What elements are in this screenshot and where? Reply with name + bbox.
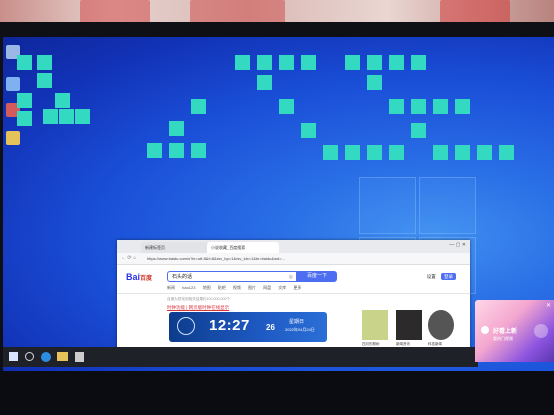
start-icon[interactable] — [9, 352, 18, 361]
tile — [389, 145, 404, 160]
desktop-screen: 新建标签页 小说收藏_百度搜索 — ▢ ✕ ← ⟳ ⌂ https://www.… — [3, 37, 554, 371]
monitor-bottom — [0, 371, 554, 415]
folder-icon[interactable] — [6, 131, 20, 145]
wall-art — [440, 0, 510, 24]
tile — [411, 123, 426, 138]
tile — [17, 111, 32, 126]
tile — [17, 55, 32, 70]
taskbar — [3, 347, 478, 367]
tile — [389, 99, 404, 114]
login-button[interactable]: 登录 — [441, 273, 456, 280]
tile — [191, 99, 206, 114]
popup-title: 好看上新 — [493, 329, 518, 335]
tab-new[interactable]: 新建标签页 — [141, 242, 209, 253]
nav-item[interactable]: hao123 — [182, 285, 195, 290]
tile — [367, 145, 382, 160]
tile — [301, 123, 316, 138]
search-button[interactable]: 百度一下 — [297, 271, 337, 282]
tile — [75, 109, 90, 124]
clock-seconds: 26 — [266, 323, 275, 332]
address-bar[interactable]: ← ⟳ ⌂ https://www.baidu.com/s?ie=utf-8&f… — [117, 253, 470, 265]
tile — [59, 109, 74, 124]
baidu-logo: Bai百度 — [126, 272, 153, 282]
tile — [345, 55, 360, 70]
tile — [411, 55, 426, 70]
tile — [257, 75, 272, 90]
tab-baidu[interactable]: 小说收藏_百度搜索 — [207, 242, 279, 253]
search-icon[interactable] — [25, 352, 34, 361]
tile — [323, 145, 338, 160]
tile — [367, 75, 382, 90]
tile — [301, 55, 316, 70]
tab-label: 新建标签页 — [145, 245, 165, 250]
clock-date: 2022年04月24日 — [285, 327, 315, 332]
clock-weekday: 星期日 — [289, 319, 305, 325]
decoration-icon — [534, 324, 548, 338]
tile — [257, 55, 272, 70]
nav-item[interactable]: 贴吧 — [218, 285, 226, 290]
tile — [455, 145, 470, 160]
settings-link[interactable]: 设置 — [427, 274, 436, 279]
nav-item[interactable]: 网盘 — [263, 285, 271, 290]
tile — [17, 93, 32, 108]
nav-item[interactable]: 图片 — [248, 285, 256, 290]
result-link[interactable]: 时钟功能 | 网页版时钟在线显示 — [167, 305, 229, 311]
play-icon[interactable] — [481, 326, 489, 334]
divider — [117, 293, 470, 294]
tile — [433, 99, 448, 114]
search-nav: 新闻 hao123 地图 贴吧 视频 图片 网盘 文库 更多 — [167, 285, 301, 291]
news-card[interactable] — [396, 310, 422, 340]
nav-item[interactable]: 地图 — [203, 285, 211, 290]
news-card[interactable] — [428, 310, 454, 340]
tile — [191, 143, 206, 158]
tile — [433, 145, 448, 160]
tile — [37, 73, 52, 88]
nav-item[interactable]: 更多 — [293, 285, 301, 290]
tile — [477, 145, 492, 160]
app-icon[interactable] — [75, 352, 84, 362]
clock-widget: 12:27 26 星期日 2022年04月24日 — [169, 312, 327, 342]
tile — [279, 55, 294, 70]
camera-icon[interactable]: ◎ — [289, 272, 293, 283]
tile — [345, 145, 360, 160]
edge-icon[interactable] — [41, 352, 51, 362]
browser-window[interactable]: 新建标签页 小说收藏_百度搜索 — ▢ ✕ ← ⟳ ⌂ https://www.… — [117, 240, 470, 354]
photo-frame: 新建标签页 小说收藏_百度搜索 — ▢ ✕ ← ⟳ ⌂ https://www.… — [0, 0, 554, 415]
tile — [411, 99, 426, 114]
news-thumbnails: 四月的柳树 新闻资讯 科技新闻 — [362, 310, 467, 350]
tile — [147, 143, 162, 158]
wall-art — [80, 0, 150, 24]
tab-label: 小说收藏_百度搜索 — [211, 245, 246, 250]
browser-tab-bar: 新建标签页 小说收藏_百度搜索 — ▢ ✕ — [117, 240, 470, 253]
address-text[interactable]: https://www.baidu.com/s?ie=utf-8&f=8&rsv… — [147, 256, 377, 261]
nav-item[interactable]: 视频 — [233, 285, 241, 290]
tile — [367, 55, 382, 70]
video-popup[interactable]: ✕ 好看上新 看热门视频 — [475, 300, 554, 362]
tile — [279, 99, 294, 114]
tile — [169, 143, 184, 158]
close-icon[interactable]: ✕ — [546, 302, 551, 309]
header-links: 设置 登录 — [427, 273, 456, 280]
tile — [169, 121, 184, 136]
window-controls[interactable]: — ▢ ✕ — [449, 242, 466, 248]
tile — [235, 55, 250, 70]
explorer-icon[interactable] — [57, 352, 68, 361]
clock-time: 12:27 — [209, 317, 250, 334]
nav-item[interactable]: 新闻 — [167, 285, 175, 290]
clock-face-icon — [177, 317, 195, 335]
wall-art — [190, 0, 285, 24]
tile — [499, 145, 514, 160]
result-count: 百度为您找到相关结果约100,000,000个 — [167, 297, 231, 301]
tile — [389, 55, 404, 70]
search-input[interactable]: 石头的话 ◎ — [167, 271, 297, 282]
popup-subtitle: 看热门视频 — [493, 336, 513, 341]
nav-item[interactable]: 文库 — [278, 285, 286, 290]
news-card[interactable] — [362, 310, 388, 340]
tile — [55, 93, 70, 108]
nav-buttons[interactable]: ← ⟳ ⌂ — [121, 255, 136, 261]
tile — [37, 55, 52, 70]
tile — [43, 109, 58, 124]
this-pc-icon[interactable] — [6, 77, 20, 91]
tile — [455, 99, 470, 114]
